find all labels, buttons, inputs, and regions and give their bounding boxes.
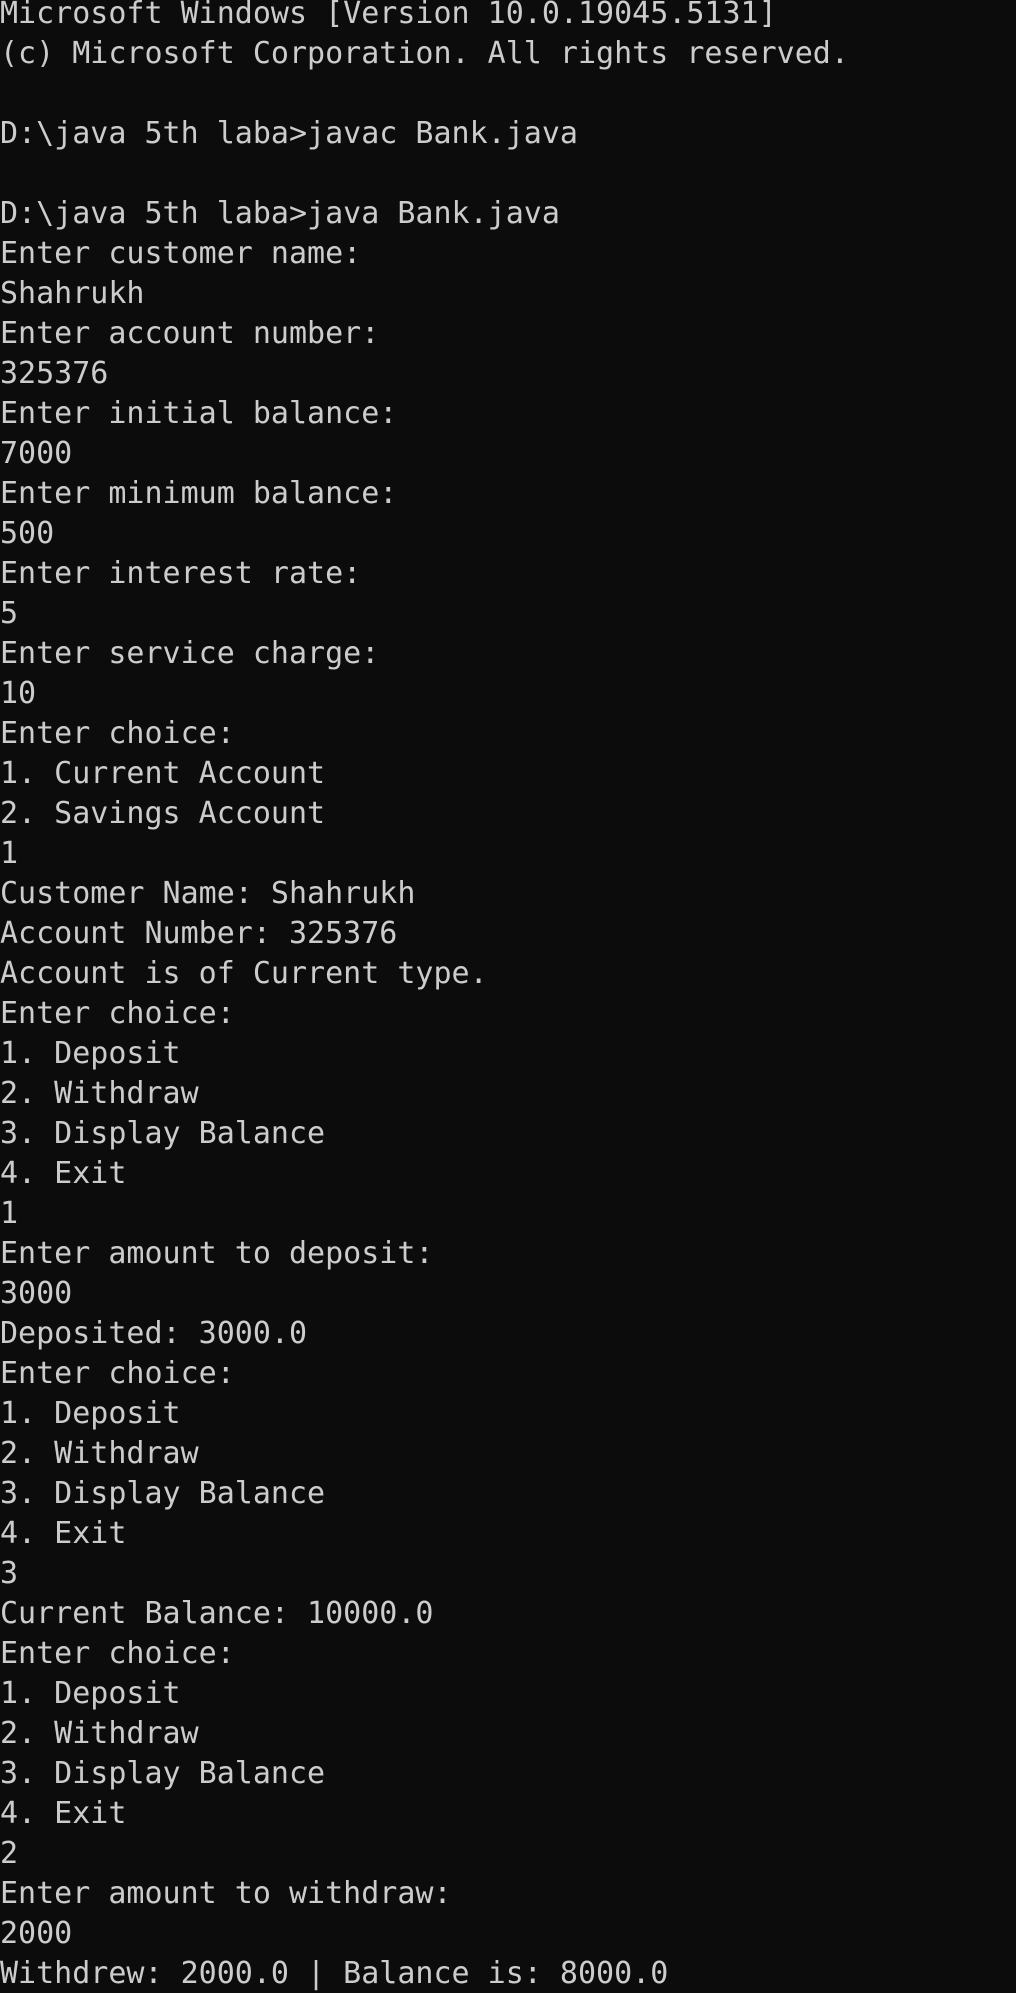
console-output[interactable]: Microsoft Windows [Version 10.0.19045.51…	[0, 0, 1016, 1993]
console-line: 1	[0, 836, 19, 871]
console-line: Enter account number:	[0, 316, 380, 351]
console-line: D:\java 5th laba>java Bank.java	[0, 196, 560, 231]
console-line: Enter amount to withdraw:	[0, 1876, 452, 1911]
console-line: Deposited: 3000.0	[0, 1316, 308, 1351]
console-line: 1. Deposit	[0, 1036, 181, 1071]
console-line: 4. Exit	[0, 1516, 127, 1551]
console-line: 1. Deposit	[0, 1396, 181, 1431]
console-line: Enter choice:	[0, 1356, 235, 1391]
console-line: 2. Savings Account	[0, 796, 326, 831]
console-line: 3. Display Balance	[0, 1756, 326, 1791]
console-line: 3. Display Balance	[0, 1476, 326, 1511]
console-line: 10	[0, 676, 37, 711]
console-line: 500	[0, 516, 55, 551]
console-line: Account Number: 325376	[0, 916, 398, 951]
console-line: Enter minimum balance:	[0, 476, 398, 511]
console-line: 3. Display Balance	[0, 1116, 326, 1151]
console-line: Customer Name: Shahrukh	[0, 876, 416, 911]
console-line: D:\java 5th laba>javac Bank.java	[0, 116, 578, 151]
console-line: 2000	[0, 1916, 73, 1951]
console-line: Enter initial balance:	[0, 396, 398, 431]
console-line: Enter choice:	[0, 716, 235, 751]
console-line: 1	[0, 1196, 19, 1231]
console-line: Enter choice:	[0, 996, 235, 1031]
console-line: (c) Microsoft Corporation. All rights re…	[0, 36, 849, 71]
console-line: 4. Exit	[0, 1156, 127, 1191]
console-line: Enter amount to deposit:	[0, 1236, 434, 1271]
console-line: Enter interest rate:	[0, 556, 362, 591]
console-line: Enter choice:	[0, 1636, 235, 1671]
console-line: Current Balance: 10000.0	[0, 1596, 434, 1631]
console-line: 5	[0, 596, 19, 631]
console-line: 4. Exit	[0, 1796, 127, 1831]
console-line: Microsoft Windows [Version 10.0.19045.51…	[0, 0, 777, 31]
console-line: 2. Withdraw	[0, 1716, 199, 1751]
console-line: Enter service charge:	[0, 636, 380, 671]
console-line: 2. Withdraw	[0, 1076, 199, 1111]
console-line: Enter customer name:	[0, 236, 362, 271]
console-line: Withdrew: 2000.0 | Balance is: 8000.0	[0, 1956, 669, 1991]
console-line: 7000	[0, 436, 73, 471]
console-line: Account is of Current type.	[0, 956, 488, 991]
console-line: 1. Deposit	[0, 1676, 181, 1711]
console-line: 3000	[0, 1276, 73, 1311]
console-line: 325376	[0, 356, 109, 391]
console-line: 1. Current Account	[0, 756, 326, 791]
console-line: 2	[0, 1836, 19, 1871]
console-line: Shahrukh	[0, 276, 145, 311]
console-line: 3	[0, 1556, 19, 1591]
console-line: 2. Withdraw	[0, 1436, 199, 1471]
